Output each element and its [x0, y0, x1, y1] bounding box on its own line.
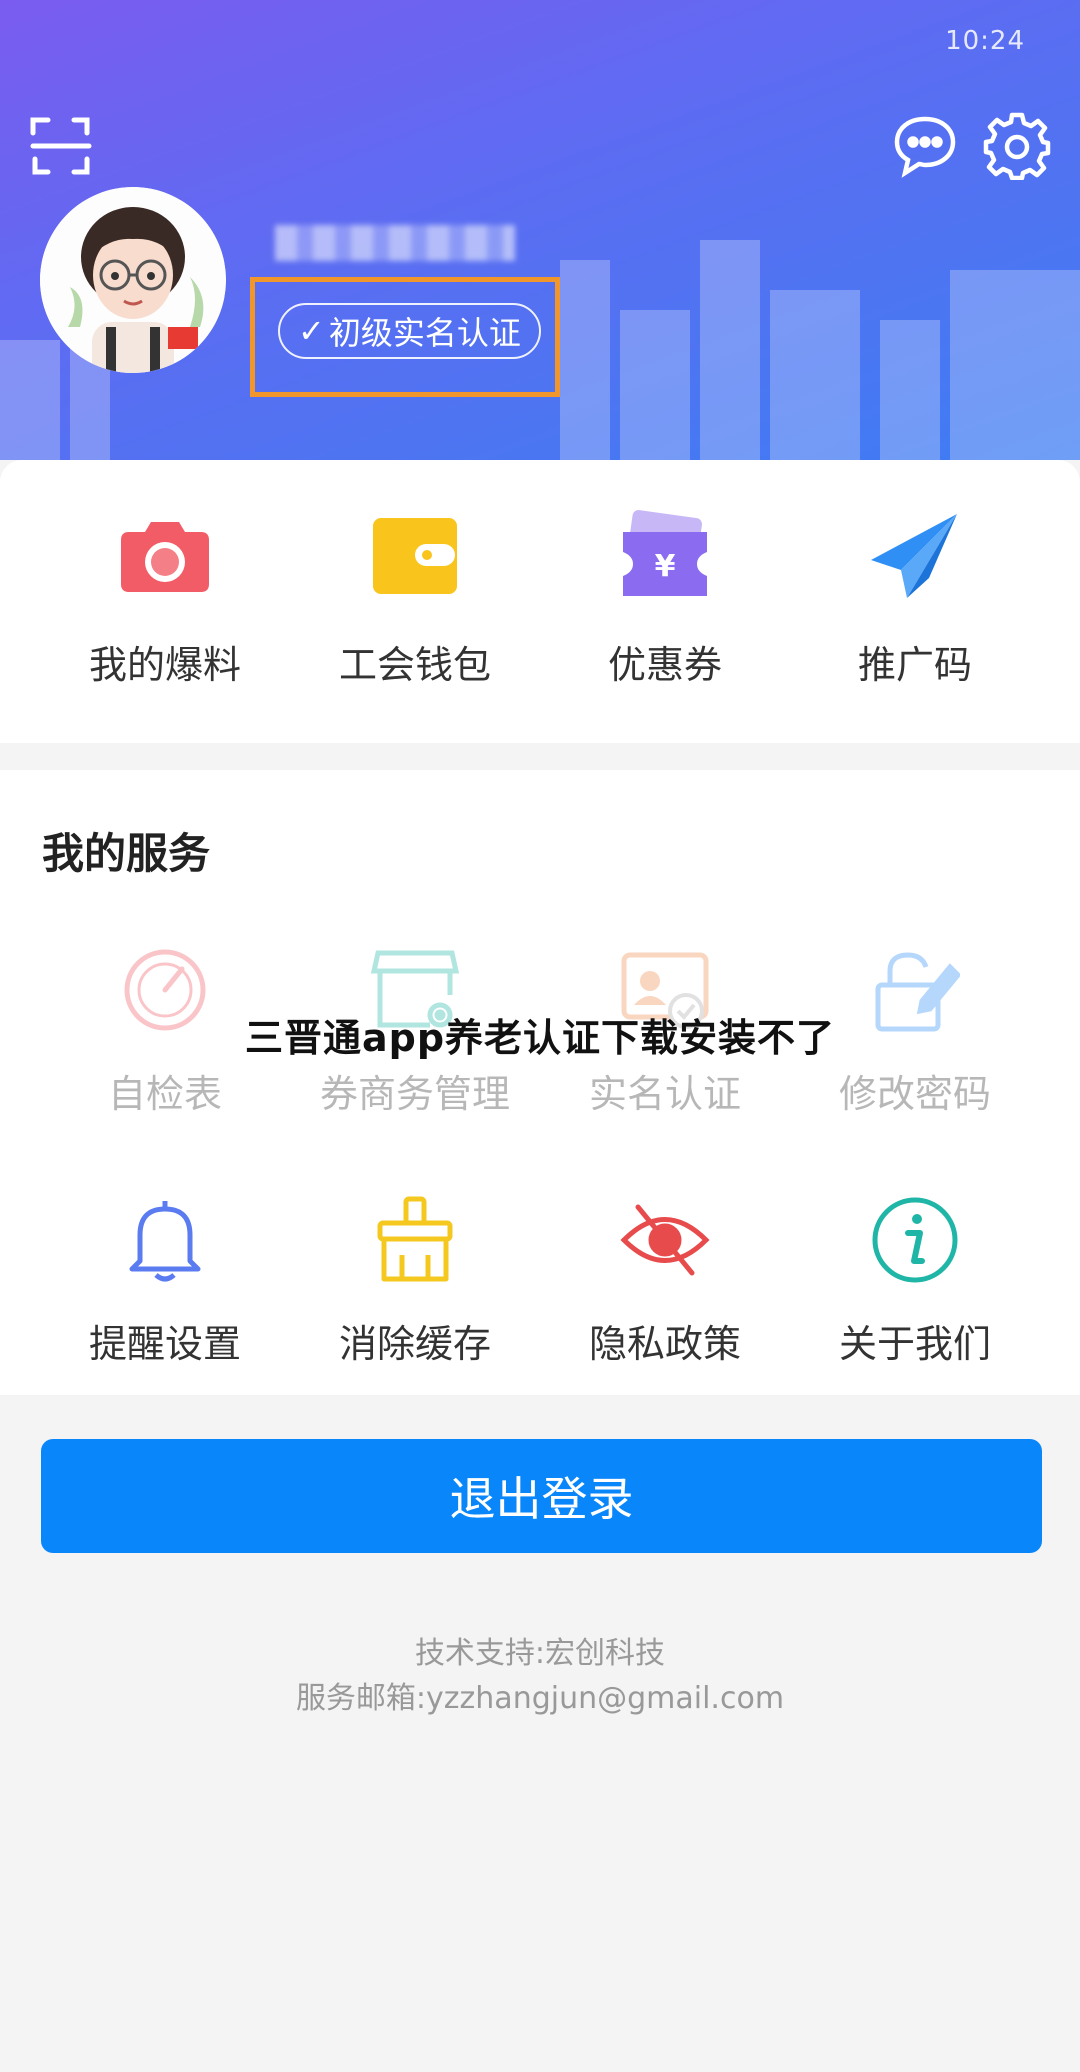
service-label: 自检表 — [107, 1072, 222, 1116]
service-label: 修改密码 — [838, 1072, 991, 1116]
quick-action-my-reports[interactable]: 我的爆料 — [40, 460, 290, 743]
coupon-icon: ¥ — [623, 510, 707, 596]
profile-header: 10:24 ✓ 初级实名认证 — [0, 0, 1080, 460]
quick-actions-card: 我的爆料 工会钱包 ¥ 优惠券 推广码 — [0, 460, 1080, 743]
verification-label: 初级实名认证 — [328, 314, 521, 352]
service-label: 实名认证 — [588, 1072, 741, 1116]
info-icon — [872, 1197, 958, 1283]
service-privacy-policy[interactable]: 隐私政策 — [540, 1195, 790, 1368]
service-about-us[interactable]: 关于我们 — [790, 1195, 1040, 1368]
eye-off-icon — [620, 1204, 710, 1276]
camera-icon — [121, 522, 209, 592]
service-clear-cache[interactable]: 消除缓存 — [290, 1195, 540, 1368]
services-title: 我的服务 — [42, 829, 211, 878]
svg-text:¥: ¥ — [655, 549, 676, 584]
quick-action-label: 工会钱包 — [338, 643, 491, 687]
quick-action-coupons[interactable]: ¥ 优惠券 — [540, 460, 790, 743]
service-label: 券商务管理 — [319, 1072, 510, 1116]
quick-action-label: 我的爆料 — [88, 643, 241, 687]
broom-icon — [377, 1196, 453, 1282]
my-services-section: 我的服务 自检表 券商务管理 实名认证 修改密码 提醒设置 消除缓存 隐私政策 … — [0, 770, 1080, 1395]
service-label: 隐私政策 — [588, 1322, 741, 1366]
bell-icon — [129, 1201, 201, 1282]
gear-icon[interactable] — [982, 110, 1052, 180]
user-avatar[interactable] — [40, 187, 226, 373]
quick-action-promo-code[interactable]: 推广码 — [790, 460, 1040, 743]
status-time: 10:24 — [945, 26, 1025, 56]
paper-plane-icon — [871, 514, 957, 598]
quick-action-label: 推广码 — [857, 643, 972, 687]
quick-action-label: 优惠券 — [607, 643, 722, 687]
username-blurred — [275, 225, 515, 261]
avatar-illustration — [40, 187, 226, 373]
footer-email: 服务邮箱:yzzhangjun@gmail.com — [295, 1681, 785, 1716]
overlay-caption: 三晋通app养老认证下载安装不了 — [244, 1016, 836, 1060]
chat-bubble-icon[interactable] — [892, 113, 958, 179]
service-label: 提醒设置 — [88, 1322, 241, 1366]
service-label: 消除缓存 — [338, 1322, 491, 1366]
quick-action-union-wallet[interactable]: 工会钱包 — [290, 460, 540, 743]
service-reminder-settings[interactable]: 提醒设置 — [40, 1195, 290, 1368]
verification-badge[interactable]: ✓ 初级实名认证 — [278, 303, 541, 359]
check-icon: ✓ — [298, 312, 325, 350]
footer-support: 技术支持:宏创科技 — [414, 1636, 666, 1671]
service-label: 关于我们 — [838, 1322, 991, 1366]
logout-button[interactable]: 退出登录 — [41, 1439, 1042, 1553]
wallet-icon — [373, 518, 457, 594]
scan-icon[interactable] — [30, 115, 92, 177]
